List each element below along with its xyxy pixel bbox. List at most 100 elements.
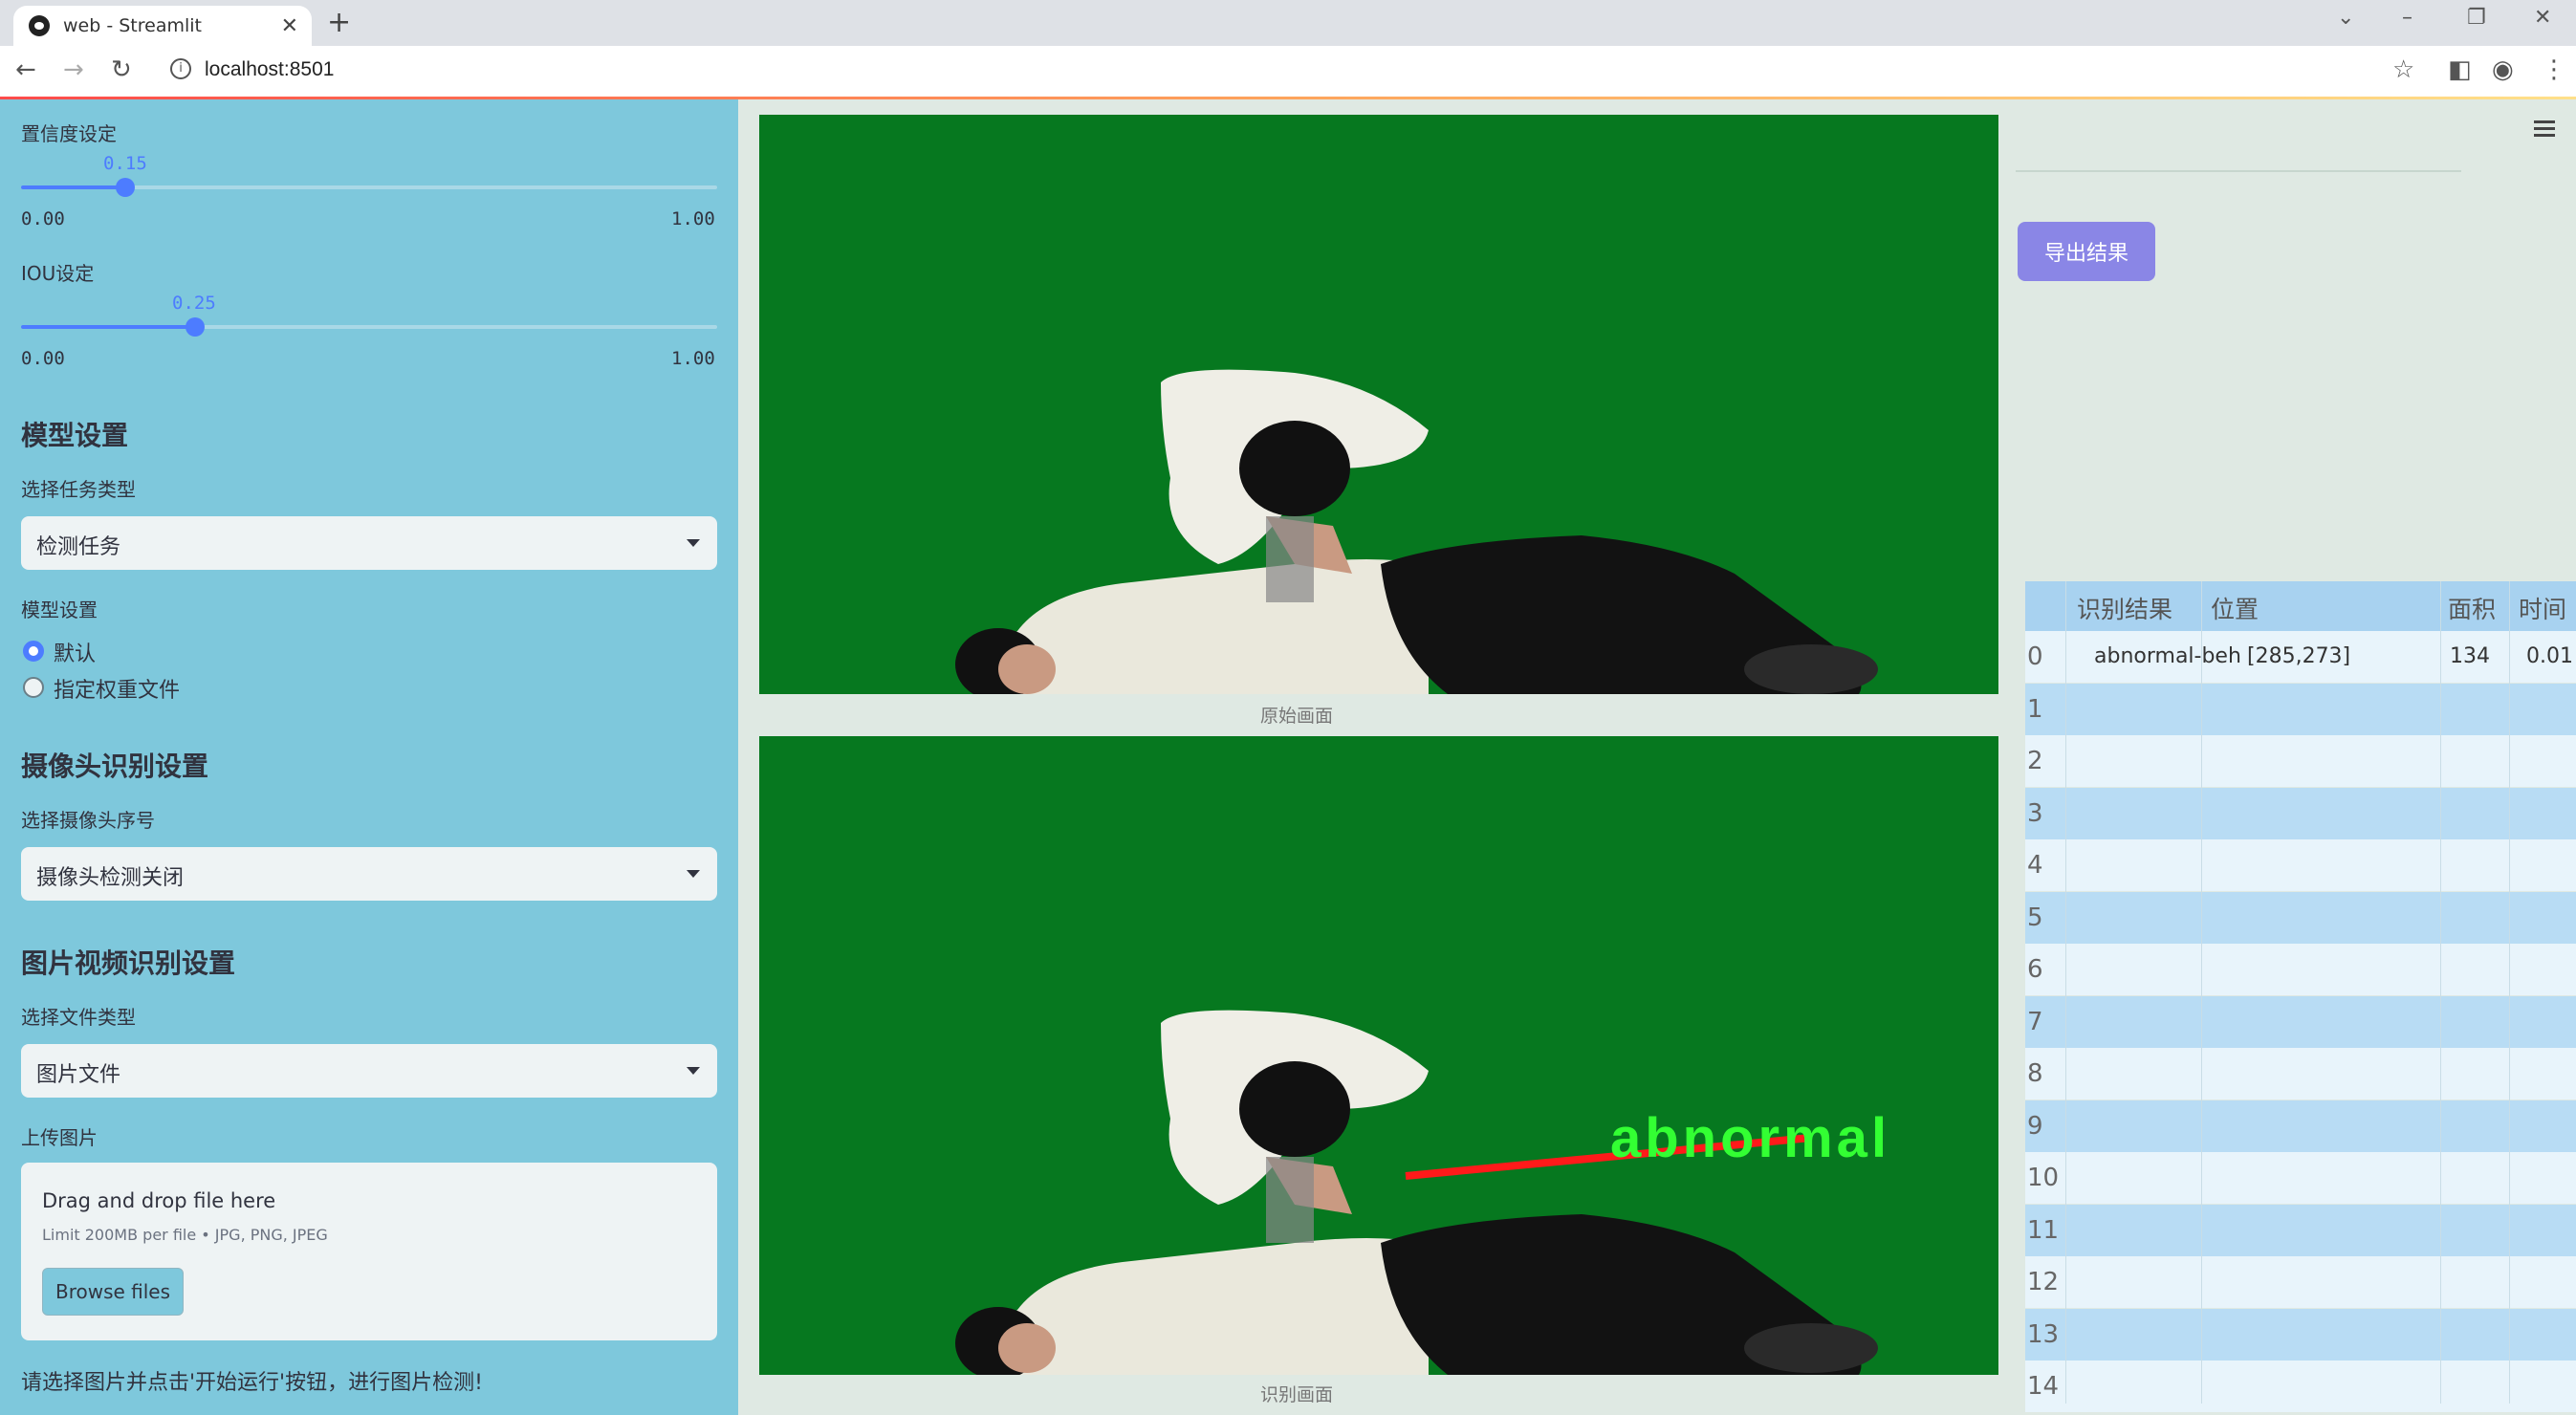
radio-default-label[interactable]: 默认 [54,637,96,667]
table-row[interactable]: 3 [2025,787,2576,839]
camera-index-value: 摄像头检测关闭 [36,866,185,890]
table-row[interactable]: 9 [2025,1099,2576,1152]
table-row[interactable]: 10 [2025,1152,2576,1204]
camera-index-select[interactable]: 摄像头检测关闭 [21,847,717,901]
browse-files-button[interactable]: Browse files [42,1268,184,1316]
browser-tab-bar: web - Streamlit ✕ + ⌄ – ❐ ✕ [0,0,2576,46]
cell-result: abnormal-beh [2094,644,2241,668]
reload-icon[interactable]: ↻ [111,55,132,84]
row-index: 7 [2027,1007,2043,1036]
chevron-down-icon [687,1067,700,1075]
header-position[interactable]: 位置 [2211,591,2259,625]
row-index: 12 [2027,1268,2060,1296]
table-row[interactable]: 11 [2025,1204,2576,1256]
address-bar: ← → ↻ i localhost:8501 ☆ ◧ ◉ ⋮ [0,46,2576,98]
confidence-slider[interactable] [21,178,717,197]
table-header: 识别结果 位置 面积 时间 [2025,581,2576,631]
confidence-min: 0.00 [21,208,65,229]
chevron-down-icon [687,870,700,878]
original-scene-graphic [759,115,1998,694]
table-row[interactable]: 7 [2025,995,2576,1048]
bookmark-star-icon[interactable]: ☆ [2392,55,2414,84]
browser-menu-icon[interactable]: ⋮ [2542,55,2566,84]
radio-default[interactable] [23,641,44,662]
profile-icon[interactable]: ◉ [2492,55,2514,84]
model-setting-label: 模型设置 [21,599,98,621]
row-index: 4 [2027,851,2043,880]
iou-value: 0.25 [172,293,216,314]
row-index: 0 [2027,642,2043,671]
task-type-select[interactable]: 检测任务 [21,516,717,570]
row-index: 6 [2027,955,2043,984]
detection-label: abnormal [1610,1107,1890,1169]
row-index: 13 [2027,1319,2060,1349]
cell-time: 0.01 [2526,644,2573,668]
file-dropzone[interactable]: Drag and drop file here Limit 200MB per … [21,1163,717,1340]
table-row[interactable]: 2 [2025,735,2576,787]
chevron-down-icon [687,539,700,547]
divider [2016,170,2461,172]
tab-search-icon[interactable]: ⌄ [2337,6,2354,30]
dropzone-title: Drag and drop file here [42,1189,276,1212]
camera-index-label: 选择摄像头序号 [21,809,155,832]
side-panel-icon[interactable]: ◧ [2448,55,2472,84]
row-index: 2 [2027,747,2043,775]
header-time[interactable]: 时间 [2519,591,2566,625]
site-info-icon[interactable]: i [170,58,191,79]
result-image-caption: 识别画面 [1260,1384,1334,1405]
media-section-heading: 图片视频识别设置 [21,947,236,979]
run-hint-text: 请选择图片并点击'开始运行'按钮，进行图片检测! [21,1371,483,1395]
table-row[interactable]: 5 [2025,891,2576,944]
radio-custom-weights-label[interactable]: 指定权重文件 [54,673,180,704]
column-divider [2201,581,2202,1404]
column-divider [2509,581,2510,1404]
result-image: abnormal [759,736,1998,1375]
export-results-button[interactable]: 导出结果 [2018,222,2155,281]
camera-section-heading: 摄像头识别设置 [21,751,209,782]
table-row[interactable]: 12 [2025,1256,2576,1308]
task-type-value: 检测任务 [36,535,121,559]
url-field[interactable]: localhost:8501 [205,58,334,81]
row-index: 5 [2027,903,2043,932]
row-index: 9 [2027,1111,2043,1141]
iou-min: 0.00 [21,348,65,369]
iou-slider[interactable] [21,317,717,337]
back-icon[interactable]: ← [15,55,36,84]
original-image-caption: 原始画面 [1260,706,1334,727]
row-index: 10 [2027,1164,2060,1192]
browser-tab[interactable]: web - Streamlit ✕ [13,6,312,46]
table-row[interactable]: 1 [2025,683,2576,735]
window-close-icon[interactable]: ✕ [2534,6,2551,30]
header-result[interactable]: 识别结果 [2077,591,2172,625]
file-type-select[interactable]: 图片文件 [21,1044,717,1098]
table-row[interactable]: 14 [2025,1361,2576,1412]
hamburger-menu-icon[interactable] [2534,120,2555,141]
streamlit-favicon-icon [29,15,50,36]
table-row[interactable]: 0 abnormal-beh [285,273] 134 0.01 [2025,631,2576,683]
new-tab-icon[interactable]: + [327,6,351,39]
file-type-label: 选择文件类型 [21,1006,136,1029]
confidence-value: 0.15 [103,153,147,174]
original-image [759,115,1998,694]
forward-icon[interactable]: → [63,55,84,84]
confidence-slider-thumb[interactable] [116,178,136,197]
dropzone-limit: Limit 200MB per file • JPG, PNG, JPEG [42,1226,328,1244]
table-row[interactable]: 4 [2025,839,2576,891]
table-row[interactable]: 13 [2025,1308,2576,1361]
iou-label: IOU设定 [21,262,95,285]
column-divider [2065,581,2066,1404]
minimize-icon[interactable]: – [2402,6,2412,30]
tab-close-icon[interactable]: ✕ [281,14,298,38]
column-divider [2440,581,2441,1404]
iou-slider-thumb[interactable] [186,317,205,337]
tab-title: web - Streamlit [63,15,202,36]
file-type-value: 图片文件 [36,1063,121,1087]
upload-label: 上传图片 [21,1126,98,1149]
header-area[interactable]: 面积 [2448,591,2496,625]
table-row[interactable]: 8 [2025,1048,2576,1099]
radio-custom-weights[interactable] [23,677,44,698]
confidence-slider-fill [21,185,126,189]
table-row[interactable]: 6 [2025,944,2576,995]
iou-max: 1.00 [671,348,715,369]
restore-icon[interactable]: ❐ [2467,6,2486,30]
